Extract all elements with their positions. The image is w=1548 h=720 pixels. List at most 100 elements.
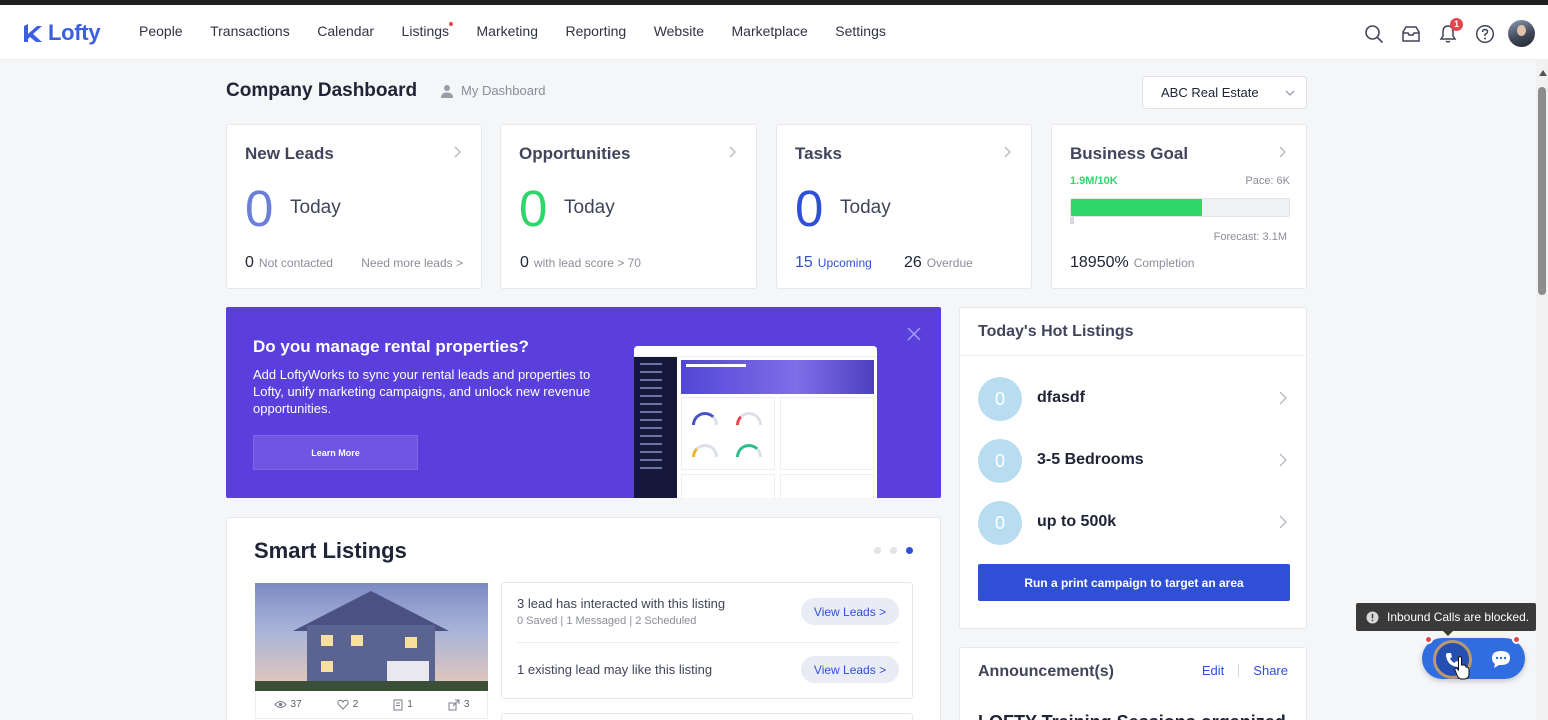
hot-listing-count: 0 [978, 439, 1022, 483]
announcement-item-title[interactable]: LOFTY Training Sessions organized [978, 712, 1290, 720]
stat-number: 0 [520, 254, 529, 271]
hot-listing-count: 0 [978, 501, 1022, 545]
listing-photo[interactable] [255, 583, 488, 691]
card-title: New Leads [245, 144, 334, 163]
logo[interactable]: Lofty [22, 20, 101, 46]
docs-count: 1 [407, 699, 413, 710]
hot-listing-item[interactable]: 0 dfasdf [978, 377, 1290, 421]
avatar[interactable] [1508, 20, 1535, 47]
nav-transactions[interactable]: Transactions [210, 23, 290, 39]
period-label: Today [290, 197, 341, 218]
hot-listing-item[interactable]: 0 3-5 Bedrooms [978, 439, 1290, 483]
edit-link[interactable]: Edit [1202, 663, 1224, 678]
nav-marketplace[interactable]: Marketplace [732, 23, 808, 39]
lofty-logo-icon [24, 24, 42, 42]
views-count: 37 [290, 699, 302, 710]
share-link[interactable]: Share [1253, 663, 1288, 678]
carousel-dot[interactable] [874, 547, 881, 554]
carousel-dot-active[interactable] [906, 547, 913, 554]
stat-label: Upcoming [817, 256, 872, 270]
scroll-up-arrow[interactable] [1539, 70, 1547, 76]
divider [960, 355, 1306, 356]
search-icon[interactable] [1363, 23, 1385, 45]
print-campaign-button[interactable]: Run a print campaign to target an area [978, 564, 1290, 601]
inbox-icon[interactable] [1400, 23, 1422, 45]
docs-stat: 1 [393, 699, 413, 711]
chevron-right-icon[interactable] [1003, 146, 1013, 158]
chevron-right-icon [1279, 515, 1287, 529]
completion-stat: 18950% Completion [1070, 254, 1194, 272]
chevron-right-icon[interactable] [728, 146, 738, 158]
stat-number: 15 [795, 254, 813, 271]
opportunities-card[interactable]: Opportunities 0 Today 0 with lead score … [500, 124, 757, 289]
business-goal-card[interactable]: Business Goal 1.9M/10K Pace: 6K Forecast… [1051, 124, 1307, 289]
nav-reporting[interactable]: Reporting [565, 23, 626, 39]
info-icon [1366, 611, 1379, 623]
main-menu: People Transactions Calendar Listings Ma… [139, 22, 913, 39]
bell-icon[interactable]: 1 [1437, 17, 1463, 45]
chevron-right-icon[interactable] [1278, 146, 1288, 158]
nav-website[interactable]: Website [654, 23, 704, 39]
smart-listings-title: Smart Listings [254, 538, 407, 563]
heart-icon [337, 699, 349, 710]
learn-more-button[interactable]: Learn More [253, 435, 418, 470]
nav-icons: 1 [1348, 17, 1535, 47]
notification-badge: 1 [1450, 17, 1463, 31]
interaction-row: 3 lead has interacted with this listing … [517, 596, 899, 627]
inbound-calls-toast: Inbound Calls are blocked. [1356, 603, 1536, 631]
nav-listings-label: Listings [401, 23, 450, 39]
share-icon [448, 699, 460, 710]
goal-progress-bar [1070, 198, 1290, 217]
new-leads-card[interactable]: New Leads 0 Today 0 Not contacted Need m… [226, 124, 482, 289]
mouse-cursor-icon [1454, 656, 1470, 680]
nav-people[interactable]: People [139, 23, 183, 39]
page-scrollbar[interactable] [1536, 60, 1548, 720]
interaction-row: 1 existing lead may like this listing Vi… [517, 656, 899, 683]
hot-listings-title: Today's Hot Listings [978, 323, 1134, 340]
overdue-stat[interactable]: 26 Overdue [904, 254, 973, 272]
need-more-leads-link[interactable]: Need more leads > [361, 256, 463, 270]
chevron-right-icon [1279, 391, 1287, 405]
product-screenshot [634, 346, 877, 498]
hot-listing-item[interactable]: 0 up to 500k [978, 501, 1290, 545]
next-interaction-panel [501, 713, 913, 720]
chat-button[interactable] [1488, 646, 1514, 672]
scroll-thumb[interactable] [1538, 87, 1546, 295]
chevron-right-icon [1279, 453, 1287, 467]
nav-settings[interactable]: Settings [835, 23, 886, 39]
company-select[interactable]: ABC Real Estate [1142, 76, 1307, 109]
goal-forecast-marker [1070, 217, 1074, 224]
toast-pointer [1443, 631, 1453, 636]
announcements-title: Announcement(s) [978, 663, 1114, 680]
help-icon[interactable] [1474, 23, 1496, 45]
stat-label: Not contacted [258, 256, 333, 270]
my-dashboard-label: My Dashboard [461, 83, 546, 98]
listing-interactions: 3 lead has interacted with this listing … [501, 582, 913, 699]
document-icon [393, 699, 403, 710]
goal-forecast: Forecast: 3.1M [1213, 231, 1287, 243]
close-icon[interactable] [907, 327, 921, 341]
my-dashboard-link[interactable]: My Dashboard [440, 83, 546, 98]
top-nav: Lofty People Transactions Calendar Listi… [0, 5, 1548, 60]
view-leads-button[interactable]: View Leads > [801, 598, 899, 625]
nav-listings[interactable]: Listings [401, 22, 454, 39]
period-label: Today [564, 197, 615, 218]
nav-marketing[interactable]: Marketing [477, 23, 538, 39]
hot-listing-name: up to 500k [1037, 513, 1117, 530]
likes-stat: 2 [337, 699, 358, 710]
nav-calendar[interactable]: Calendar [317, 23, 374, 39]
chat-status-dot [1512, 635, 1521, 644]
view-leads-button[interactable]: View Leads > [801, 656, 899, 683]
hot-listing-name: 3-5 Bedrooms [1037, 451, 1144, 468]
chevron-right-icon[interactable] [453, 146, 463, 158]
carousel-dot[interactable] [890, 547, 897, 554]
upcoming-stat[interactable]: 15 Upcoming [795, 254, 872, 272]
tasks-card[interactable]: Tasks 0 Today 15 Upcoming 26 Overdue [776, 124, 1032, 289]
card-title: Business Goal [1070, 144, 1189, 163]
new-leads-count: 0 [245, 180, 274, 237]
stat-number: 18950% [1070, 254, 1129, 271]
opportunities-count: 0 [519, 180, 548, 237]
card-title: Opportunities [519, 144, 631, 163]
announcements-card: Announcement(s) Edit Share LOFTY Trainin… [959, 647, 1307, 720]
call-widget [1422, 635, 1525, 679]
